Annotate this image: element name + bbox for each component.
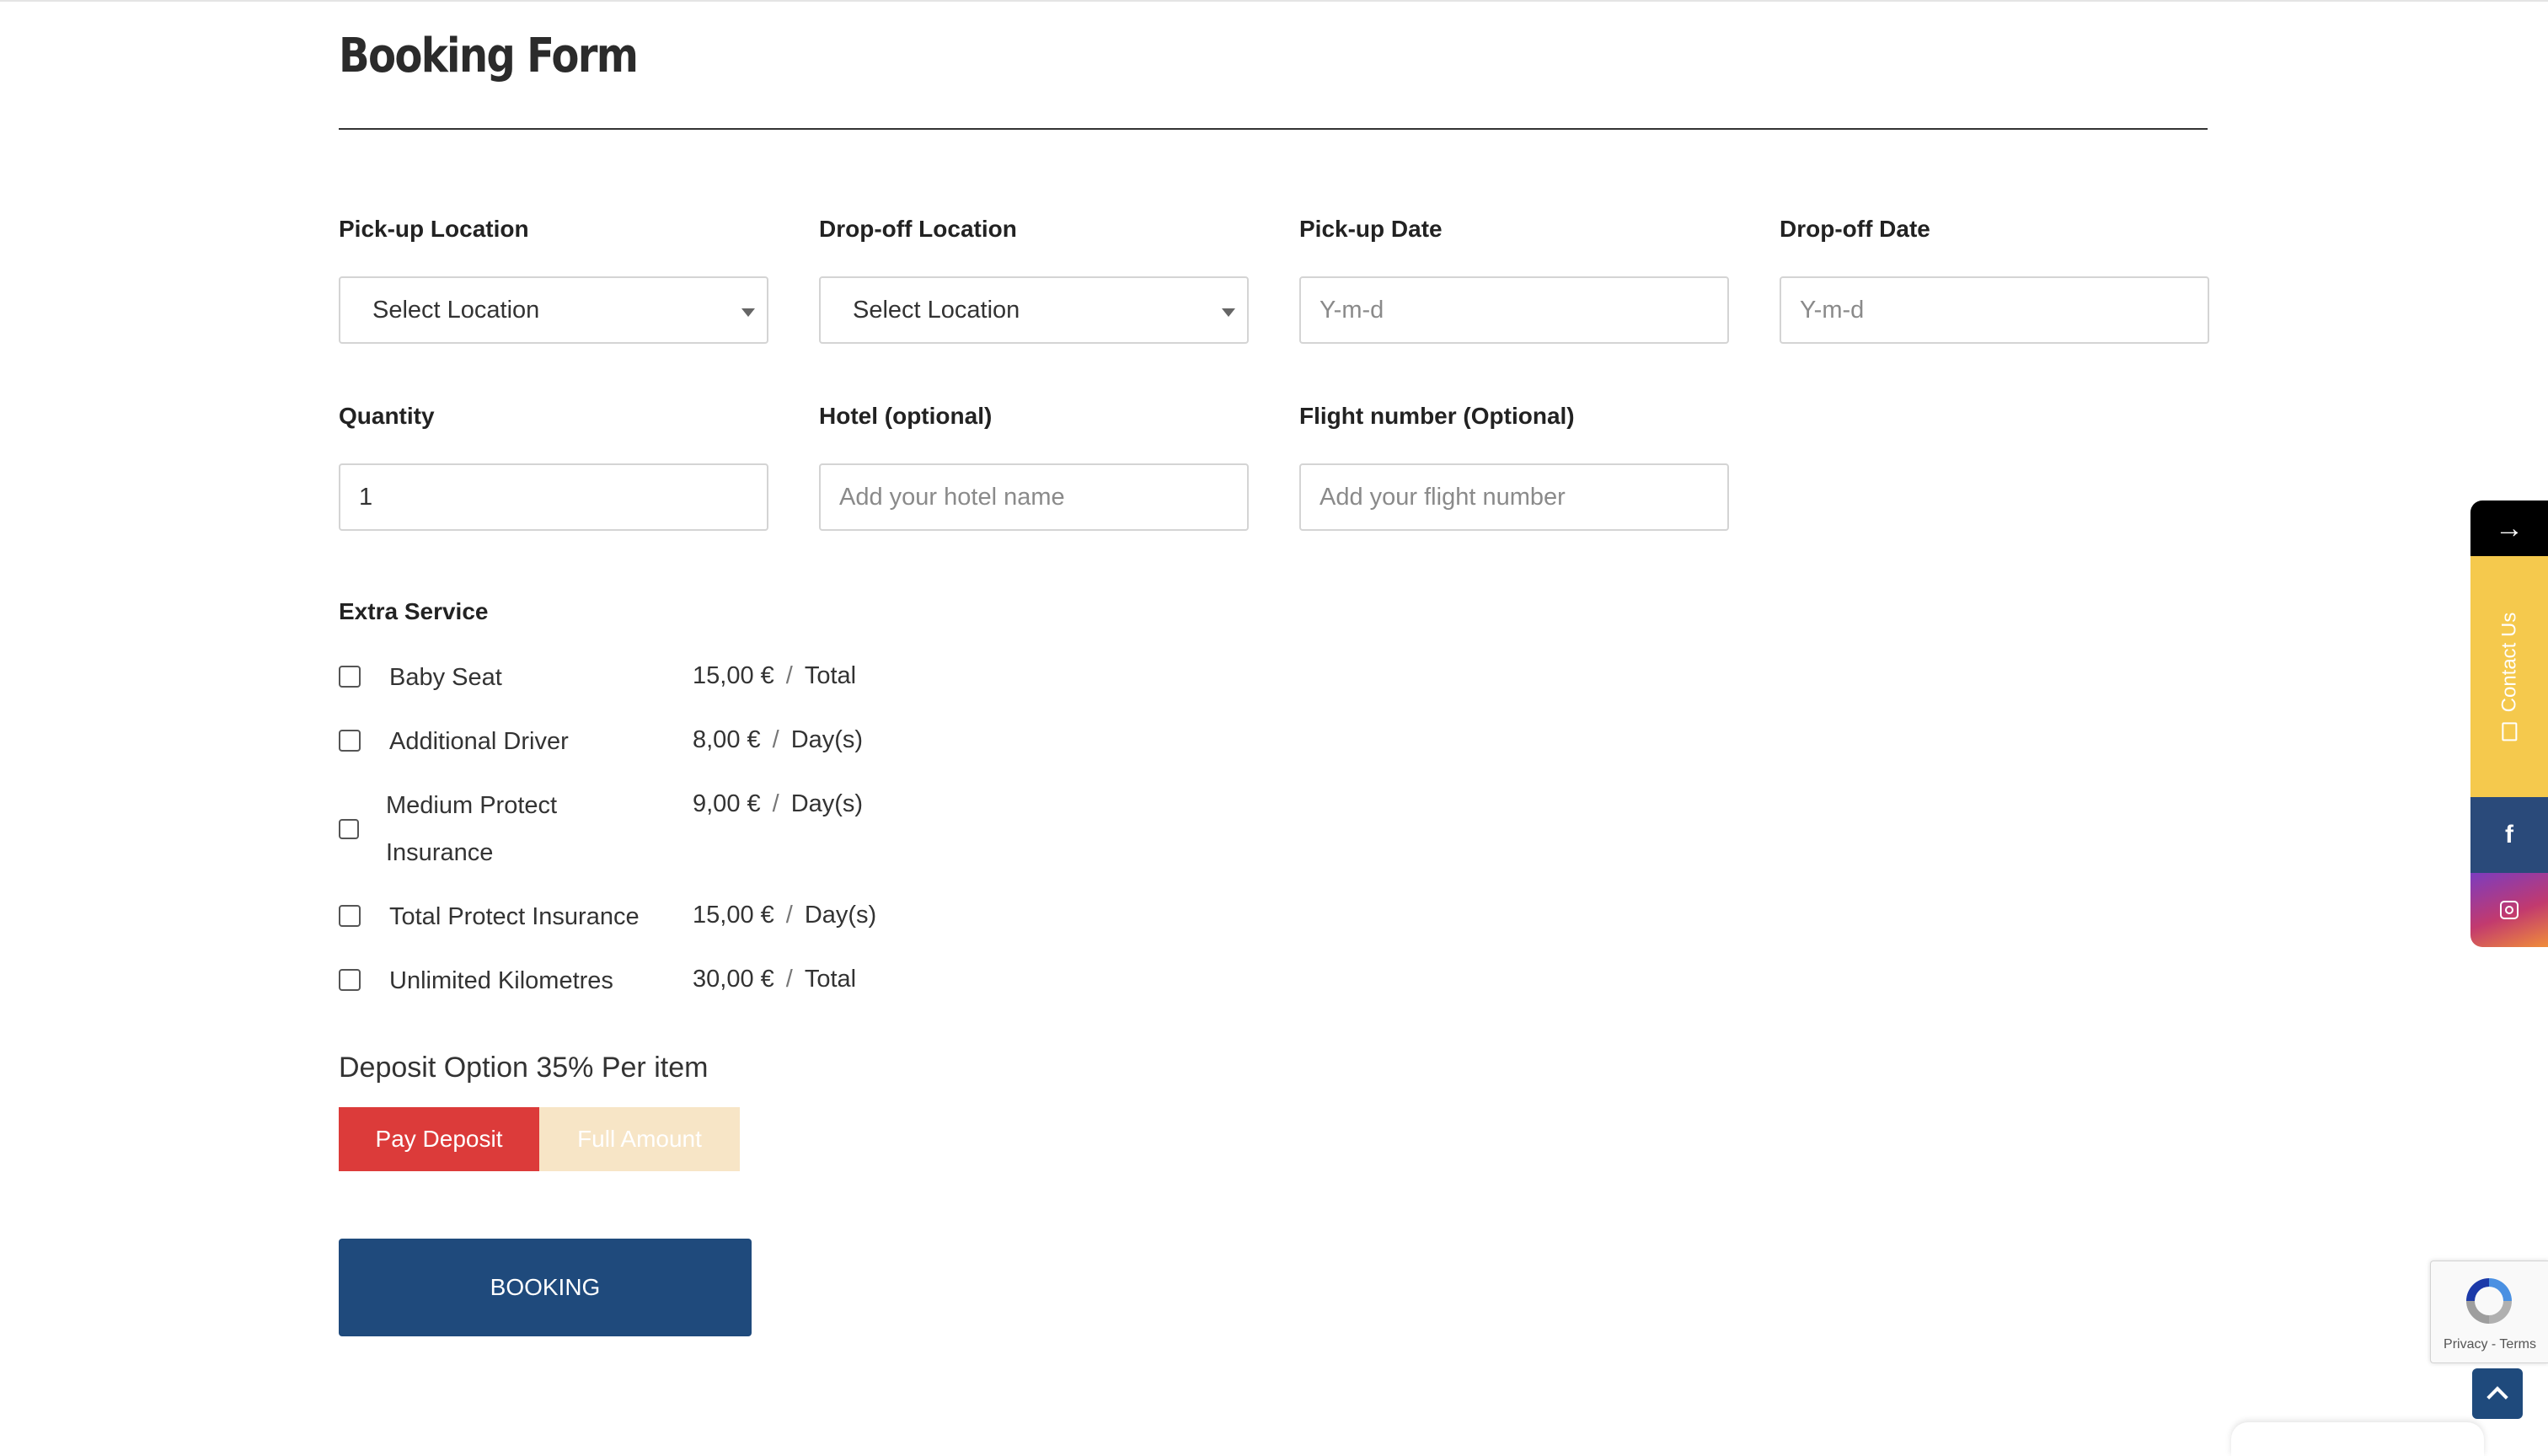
contact-us-tab[interactable]: Contact Us bbox=[2470, 556, 2548, 797]
price-separator: / bbox=[772, 790, 779, 817]
pickup-location-label: Pick-up Location bbox=[339, 216, 529, 242]
quantity-label: Quantity bbox=[339, 403, 435, 429]
baby-seat-label: Baby Seat bbox=[389, 664, 502, 691]
medium-protect-price: 9,00 € / Day(s) bbox=[693, 790, 863, 818]
booking-button[interactable]: BOOKING bbox=[339, 1239, 752, 1336]
unlimited-km-label: Unlimited Kilometres bbox=[389, 967, 613, 994]
pickup-date-input[interactable]: Y-m-d bbox=[1299, 276, 1729, 344]
page-title: Booking Form bbox=[339, 29, 639, 83]
additional-driver-label: Additional Driver bbox=[389, 728, 569, 755]
arrow-right-icon: → bbox=[2495, 511, 2524, 544]
pay-deposit-button[interactable]: Pay Deposit bbox=[339, 1107, 539, 1171]
dropoff-location-value: Select Location bbox=[853, 296, 1020, 324]
price-unit: Day(s) bbox=[790, 726, 864, 753]
unlimited-km-price: 30,00 € / Total bbox=[693, 966, 856, 993]
instagram-button[interactable] bbox=[2470, 873, 2548, 947]
price-value: 8,00 € bbox=[693, 726, 761, 753]
additional-driver-price: 8,00 € / Day(s) bbox=[693, 726, 863, 754]
extra-service-heading: Extra Service bbox=[339, 598, 489, 624]
chat-widget-edge[interactable] bbox=[2231, 1422, 2484, 1456]
dropoff-location-select[interactable]: Select Location bbox=[819, 276, 1249, 344]
quantity-value: 1 bbox=[359, 483, 373, 511]
price-value: 15,00 € bbox=[693, 902, 774, 929]
chevron-down-icon bbox=[741, 308, 755, 317]
price-separator: / bbox=[785, 662, 793, 689]
hotel-placeholder: Add your hotel name bbox=[839, 483, 1065, 511]
deposit-option-title: Deposit Option 35% Per item bbox=[339, 1052, 709, 1084]
recaptcha-badge[interactable]: Privacy - Terms bbox=[2430, 1261, 2548, 1363]
hotel-label: Hotel (optional) bbox=[819, 403, 993, 429]
recaptcha-links[interactable]: Privacy - Terms bbox=[2431, 1337, 2548, 1352]
top-border bbox=[0, 0, 2548, 2]
price-separator: / bbox=[785, 902, 793, 929]
recaptcha-icon bbox=[2466, 1278, 2512, 1324]
medium-protect-label-line2: Insurance bbox=[386, 839, 494, 866]
price-value: 30,00 € bbox=[693, 966, 774, 993]
total-protect-price: 15,00 € / Day(s) bbox=[693, 902, 876, 929]
envelope-icon bbox=[2502, 722, 2517, 741]
unlimited-km-checkbox[interactable] bbox=[339, 969, 361, 991]
price-unit: Total bbox=[804, 966, 857, 993]
pickup-location-value: Select Location bbox=[372, 296, 540, 324]
total-protect-checkbox[interactable] bbox=[339, 905, 361, 927]
facebook-button[interactable]: f bbox=[2470, 797, 2548, 873]
instagram-icon bbox=[2500, 901, 2519, 919]
flight-label: Flight number (Optional) bbox=[1299, 403, 1575, 429]
scroll-to-top-button[interactable] bbox=[2472, 1368, 2523, 1419]
chevron-down-icon bbox=[1222, 308, 1235, 317]
chevron-up-icon bbox=[2486, 1386, 2508, 1408]
baby-seat-checkbox[interactable] bbox=[339, 666, 361, 688]
flight-placeholder: Add your flight number bbox=[1320, 483, 1566, 511]
side-widget-toggle[interactable]: → bbox=[2470, 500, 2548, 556]
title-divider bbox=[339, 128, 2208, 130]
price-unit: Day(s) bbox=[790, 790, 864, 817]
price-unit: Day(s) bbox=[804, 902, 877, 929]
price-unit: Total bbox=[804, 662, 857, 689]
medium-protect-label-line1: Medium Protect bbox=[386, 792, 558, 819]
facebook-icon: f bbox=[2505, 821, 2513, 848]
total-protect-label: Total Protect Insurance bbox=[389, 903, 640, 930]
price-value: 9,00 € bbox=[693, 790, 761, 817]
additional-driver-checkbox[interactable] bbox=[339, 730, 361, 752]
full-amount-button[interactable]: Full Amount bbox=[539, 1107, 740, 1171]
dropoff-date-input[interactable]: Y-m-d bbox=[1780, 276, 2209, 344]
pickup-date-placeholder: Y-m-d bbox=[1320, 296, 1384, 324]
pickup-location-select[interactable]: Select Location bbox=[339, 276, 768, 344]
medium-protect-label: Medium Protect Insurance bbox=[386, 782, 557, 876]
price-separator: / bbox=[772, 726, 779, 753]
dropoff-location-label: Drop-off Location bbox=[819, 216, 1017, 242]
contact-us-label: Contact Us bbox=[2497, 612, 2520, 713]
hotel-input[interactable]: Add your hotel name bbox=[819, 463, 1249, 531]
price-value: 15,00 € bbox=[693, 662, 774, 689]
flight-input[interactable]: Add your flight number bbox=[1299, 463, 1729, 531]
price-separator: / bbox=[785, 966, 793, 993]
medium-protect-checkbox[interactable] bbox=[339, 819, 359, 839]
dropoff-date-label: Drop-off Date bbox=[1780, 216, 1930, 242]
dropoff-date-placeholder: Y-m-d bbox=[1800, 296, 1865, 324]
quantity-input[interactable]: 1 bbox=[339, 463, 768, 531]
baby-seat-price: 15,00 € / Total bbox=[693, 662, 856, 690]
pickup-date-label: Pick-up Date bbox=[1299, 216, 1443, 242]
